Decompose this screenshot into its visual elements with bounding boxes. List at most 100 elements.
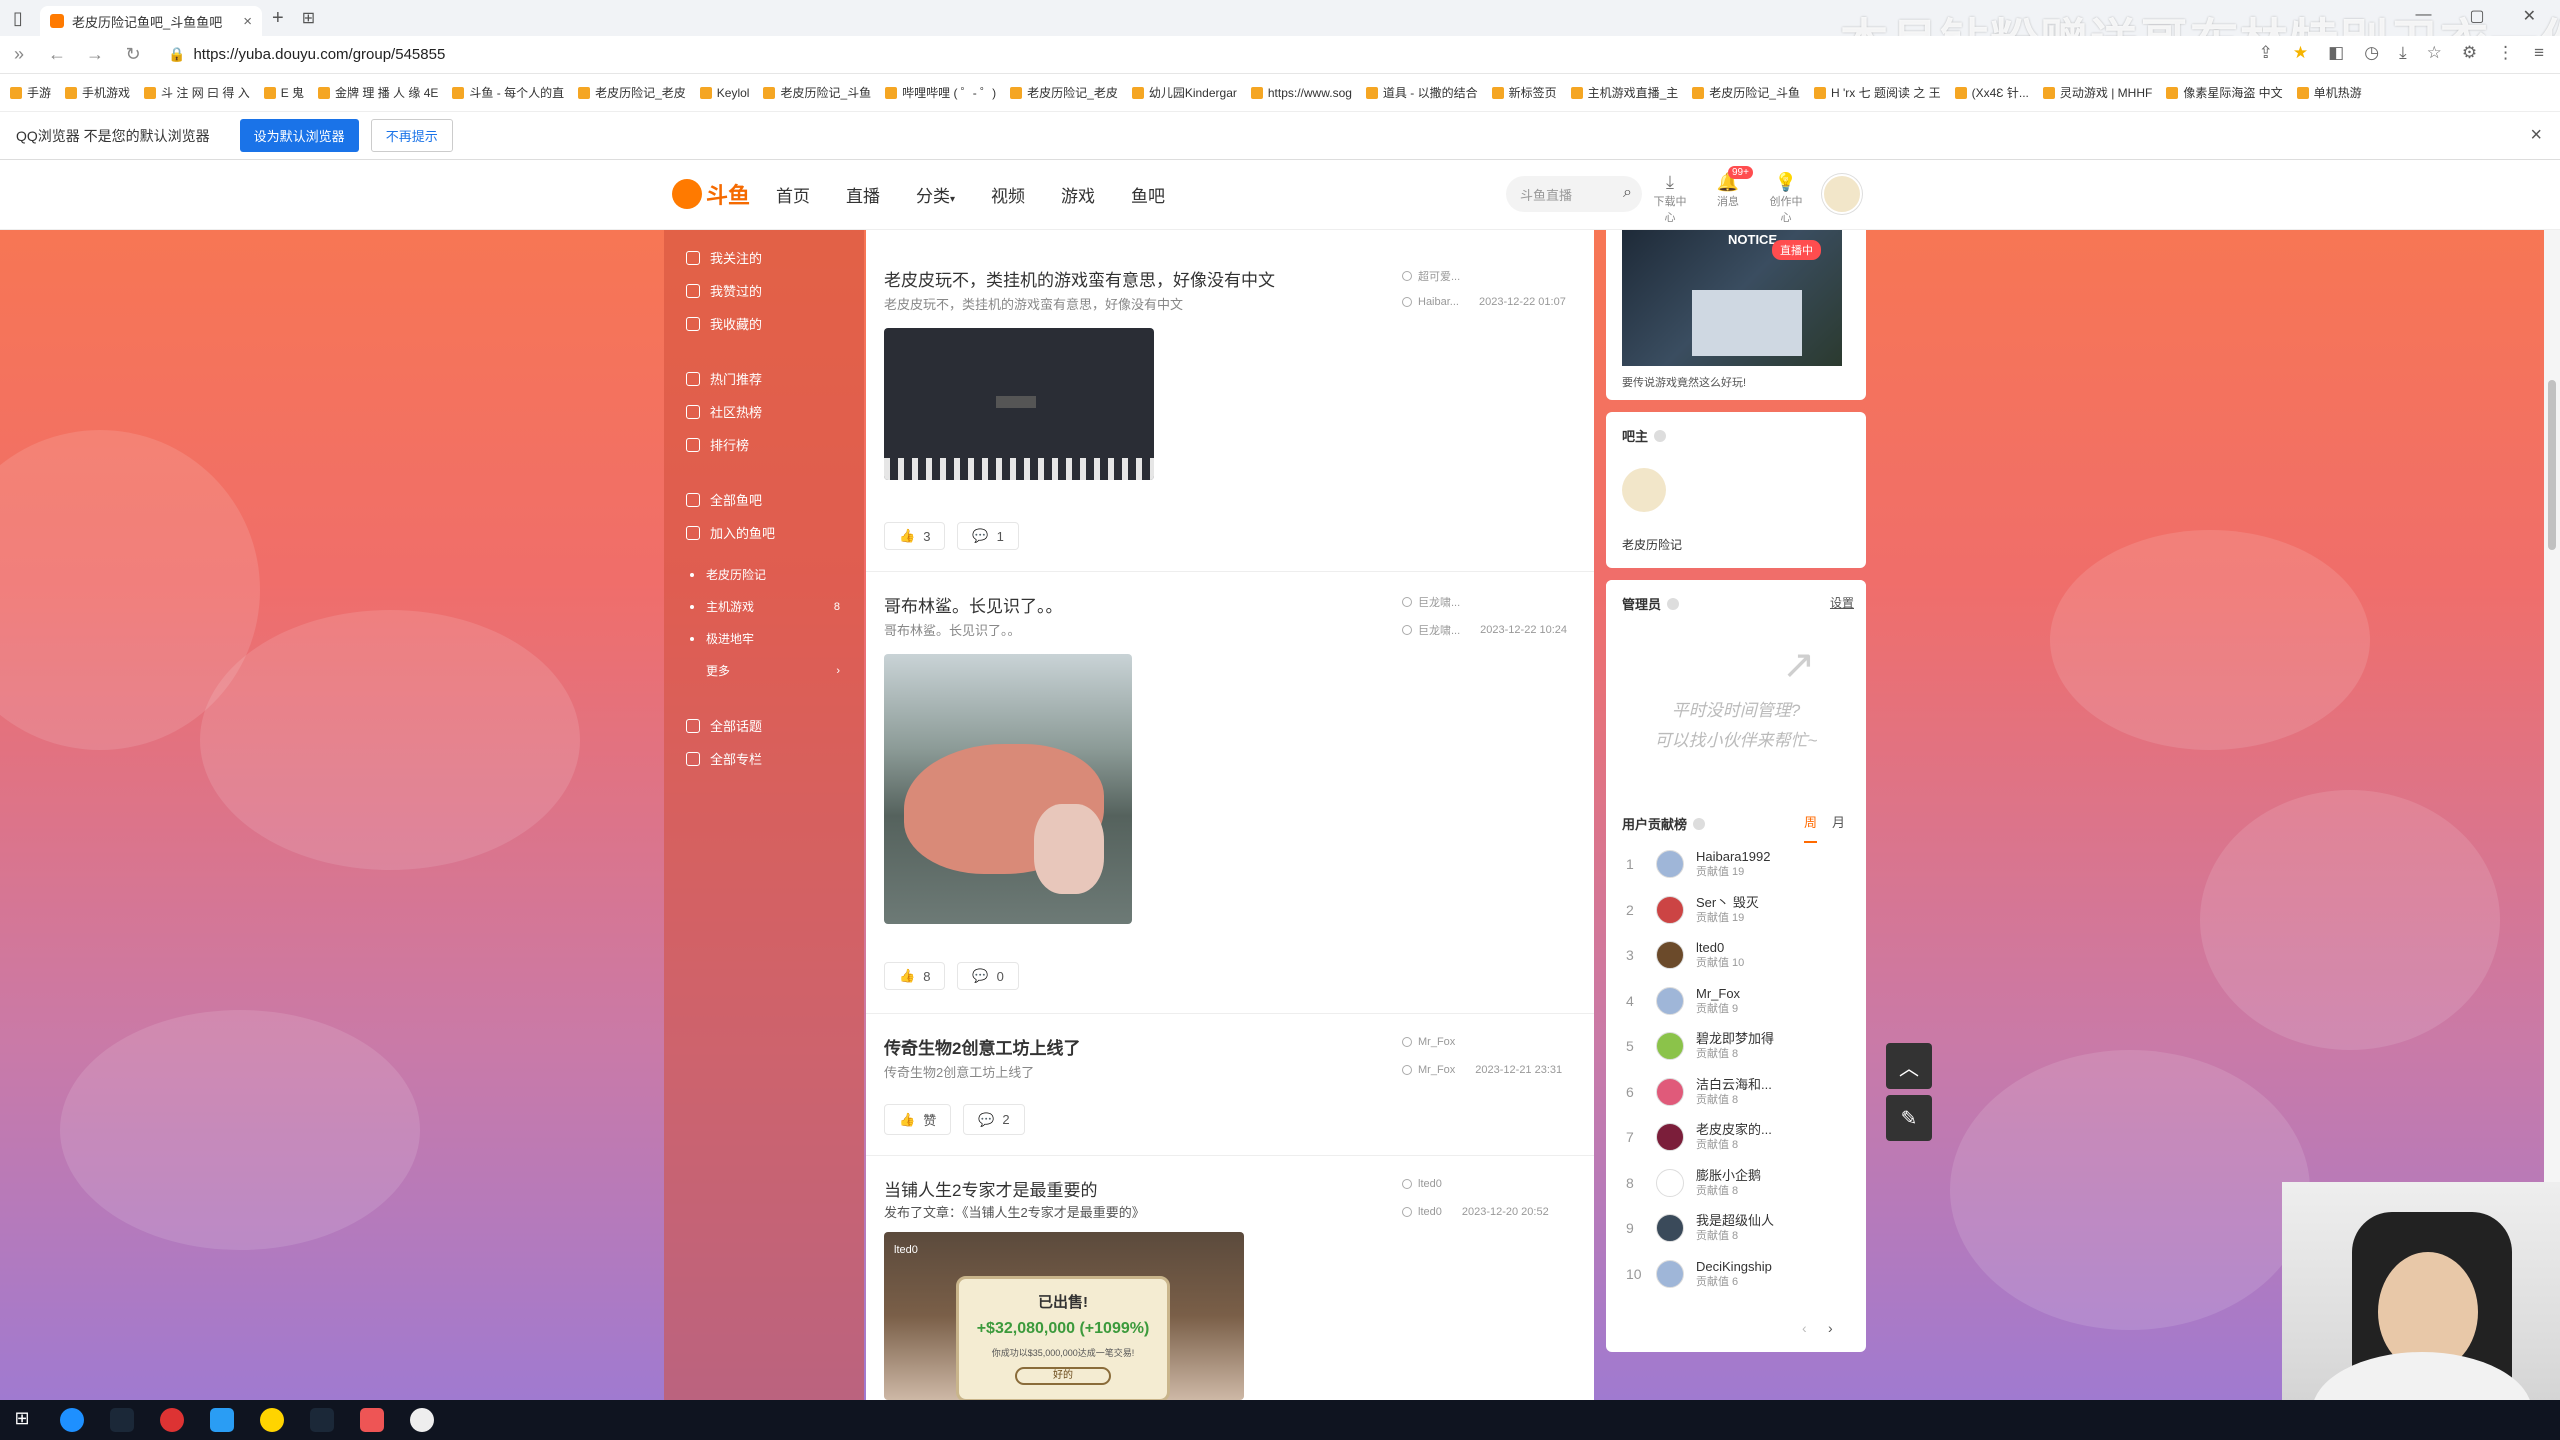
sidebar-joined-group[interactable]: 极进地牢 bbox=[690, 630, 850, 647]
post-image[interactable]: lted0 已出售! +$32,080,000 (+1099%) 你成功以$35… bbox=[884, 1232, 1244, 1400]
bookmark-icon[interactable]: ☆ bbox=[2427, 43, 2442, 63]
sidebar-item-all-columns[interactable]: 全部专栏 bbox=[686, 749, 762, 768]
rank-avatar[interactable] bbox=[1656, 895, 1684, 924]
app-icon-yellow[interactable] bbox=[260, 1408, 284, 1432]
bookmark-item[interactable]: 手游 bbox=[10, 84, 51, 101]
sidebar-toggle-icon[interactable]: ▯ bbox=[0, 0, 36, 36]
windows-start-icon[interactable]: ⊞ bbox=[10, 1408, 34, 1432]
rank-prev-icon[interactable]: ‹ bbox=[1802, 1320, 1807, 1336]
rank-user-name[interactable]: 洁白云海和... bbox=[1696, 1077, 1772, 1093]
share-icon[interactable]: ⇪ bbox=[2259, 43, 2273, 63]
sidebar-more[interactable]: 更多 › bbox=[690, 662, 850, 679]
bookmark-item[interactable]: https://www.sog bbox=[1250, 86, 1352, 100]
bookmark-item[interactable]: 手机游戏 bbox=[65, 84, 130, 101]
nav-live[interactable]: 直播 bbox=[846, 182, 880, 207]
rank-avatar[interactable] bbox=[1656, 850, 1684, 878]
like-button[interactable]: 👍 8 bbox=[884, 962, 946, 990]
download-icon[interactable]: ⤓ bbox=[2399, 43, 2407, 63]
bookmark-item[interactable]: 老皮历险记_斗鱼 bbox=[1692, 84, 1800, 101]
rank-user-name[interactable]: DeciKingship bbox=[1696, 1259, 1772, 1275]
like-button[interactable]: 👍 3 bbox=[884, 522, 946, 550]
bookmark-item[interactable]: 金牌 理 播 人 缘 4E bbox=[318, 84, 438, 101]
creator-center-button[interactable]: 💡 创作中心 bbox=[1766, 172, 1806, 225]
bookmark-item[interactable]: Keylol bbox=[699, 86, 749, 100]
rank-user-name[interactable]: Haibara1992 bbox=[1696, 849, 1770, 865]
nav-yuba[interactable]: 鱼吧 bbox=[1131, 182, 1165, 207]
rank-row[interactable]: 7 老皮皮家的... 贡献值 8 bbox=[1626, 1115, 1856, 1159]
rank-user-name[interactable]: 碧龙即梦加得 bbox=[1696, 1031, 1774, 1047]
owner-name[interactable]: 老皮历险记 bbox=[1622, 536, 1682, 553]
bookmark-item[interactable]: 像素星际海盗 中文 bbox=[2166, 84, 2283, 101]
new-tab-icon[interactable]: + bbox=[272, 7, 284, 30]
app-icon-circle[interactable] bbox=[410, 1408, 434, 1432]
rank-avatar[interactable] bbox=[1656, 1123, 1684, 1151]
bookmark-item[interactable]: 道具 - 以撒的结合 bbox=[1365, 84, 1478, 101]
forward-icon[interactable]: → bbox=[76, 44, 114, 65]
comment-button[interactable]: 💬 2 bbox=[963, 1104, 1025, 1135]
help-icon[interactable] bbox=[1667, 597, 1680, 610]
sidebar-item-following[interactable]: 我关注的 bbox=[686, 248, 762, 267]
rank-row[interactable]: 8 膨胀小企鹅 贡献值 8 bbox=[1626, 1161, 1856, 1205]
rank-row[interactable]: 1 Haibara1992 贡献值 19 bbox=[1626, 842, 1856, 886]
sidebar-item-all-groups[interactable]: 全部鱼吧 bbox=[686, 490, 762, 509]
post-item[interactable]: 哥布林鲨。长见识了。。 哥布林鲨。长见识了。。 巨龙啸... 巨龙啸... 202… bbox=[866, 572, 1594, 1014]
nav-category[interactable]: 分类▾ bbox=[916, 182, 955, 207]
close-infobar-icon[interactable]: × bbox=[2530, 124, 2542, 147]
scrollbar-thumb[interactable] bbox=[2548, 380, 2556, 550]
sidebar-item-all-topics[interactable]: 全部话题 bbox=[686, 716, 762, 735]
rank-row[interactable]: 4 Mr_Fox 贡献值 9 bbox=[1626, 979, 1856, 1023]
reload-icon[interactable]: ↻ bbox=[114, 44, 152, 65]
qq-browser-icon[interactable] bbox=[210, 1408, 234, 1432]
bookmark-item[interactable]: 哔哩哔哩 ( ゜- ゜) bbox=[885, 84, 996, 101]
bookmark-item[interactable]: 灵动游戏 | MHHF bbox=[2042, 84, 2152, 101]
sidebar-item-joined-groups[interactable]: 加入的鱼吧 bbox=[686, 523, 775, 542]
app-icon-fire[interactable] bbox=[360, 1408, 384, 1432]
bookmark-item[interactable]: (Xx4Ɛ 针... bbox=[1954, 84, 2029, 101]
url-field[interactable]: 🔒 https://yuba.douyu.com/group/545855 bbox=[158, 40, 2168, 69]
rank-avatar[interactable] bbox=[1656, 1214, 1684, 1242]
rank-tab-week[interactable]: 周 bbox=[1804, 812, 1818, 843]
rank-avatar[interactable] bbox=[1656, 1168, 1684, 1197]
douyu-logo[interactable]: 斗鱼 bbox=[672, 178, 750, 210]
rank-row[interactable]: 2 Ser丶 毁灭 贡献值 19 bbox=[1626, 888, 1856, 932]
post-title[interactable]: 老皮皮玩不，类挂机的游戏蛮有意思，好像没有中文 bbox=[884, 266, 1275, 291]
forward-history-icon[interactable]: » bbox=[0, 44, 38, 65]
bookmark-item[interactable]: E 鬼 bbox=[263, 84, 304, 101]
post-title[interactable]: 当铺人生2专家才是最重要的 bbox=[884, 1176, 1097, 1201]
post-image[interactable] bbox=[884, 328, 1154, 480]
rank-row[interactable]: 3 lted0 贡献值 10 bbox=[1626, 933, 1856, 977]
bookmark-item[interactable]: 主机游戏直播_主 bbox=[1570, 84, 1678, 101]
live-thumbnail[interactable]: NOTICE 直播中 bbox=[1622, 230, 1842, 366]
search-icon[interactable]: ⌕ bbox=[1623, 184, 1632, 202]
nav-home[interactable]: 首页 bbox=[776, 182, 810, 207]
admin-settings-link[interactable]: 设置 bbox=[1830, 594, 1854, 611]
sidebar-item-liked[interactable]: 我赞过的 bbox=[686, 281, 762, 300]
rank-user-name[interactable]: 膨胀小企鹅 bbox=[1696, 1168, 1761, 1184]
bookmark-item[interactable]: 单机热游 bbox=[2296, 84, 2362, 101]
favorite-star-icon[interactable]: ★ bbox=[2293, 43, 2308, 63]
rank-user-name[interactable]: 老皮皮家的... bbox=[1696, 1122, 1772, 1138]
app-icon-red[interactable] bbox=[160, 1408, 184, 1432]
hamburger-icon[interactable]: ≡ bbox=[2534, 43, 2544, 63]
rank-avatar[interactable] bbox=[1656, 941, 1684, 969]
site-search-input[interactable]: 斗鱼直播 ⌕ bbox=[1506, 176, 1642, 212]
comment-button[interactable]: 💬 1 bbox=[957, 522, 1019, 550]
sidebar-item-favorites[interactable]: 我收藏的 bbox=[686, 314, 762, 333]
user-avatar[interactable] bbox=[1822, 174, 1862, 214]
rank-row[interactable]: 6 洁白云海和... 贡献值 8 bbox=[1626, 1070, 1856, 1114]
rank-user-name[interactable]: Ser丶 毁灭 bbox=[1696, 895, 1759, 911]
rank-user-name[interactable]: Mr_Fox bbox=[1696, 986, 1740, 1002]
sidebar-item-community-hot[interactable]: 社区热榜 bbox=[686, 402, 762, 421]
rank-avatar[interactable] bbox=[1656, 986, 1684, 1015]
post-item[interactable]: 当铺人生2专家才是最重要的 发布了文章：《当铺人生2专家才是最重要的》 lted… bbox=[866, 1156, 1594, 1400]
post-image[interactable] bbox=[884, 654, 1132, 924]
back-icon[interactable]: ← bbox=[38, 44, 76, 65]
rank-avatar[interactable] bbox=[1656, 1032, 1684, 1060]
back-to-top-button[interactable]: ︿ bbox=[1886, 1043, 1932, 1089]
dont-remind-button[interactable]: 不再提示 bbox=[370, 119, 453, 152]
sidebar-joined-group[interactable]: 主机游戏 8 bbox=[690, 598, 850, 615]
menu-icon[interactable]: ⋮ bbox=[2497, 43, 2514, 63]
bookmark-item[interactable]: H 'rx 七 题阅读 之 王 bbox=[1813, 84, 1941, 101]
help-icon[interactable] bbox=[1693, 817, 1706, 830]
bookmark-item[interactable]: 斗 注 网 曰 得 入 bbox=[144, 84, 250, 101]
